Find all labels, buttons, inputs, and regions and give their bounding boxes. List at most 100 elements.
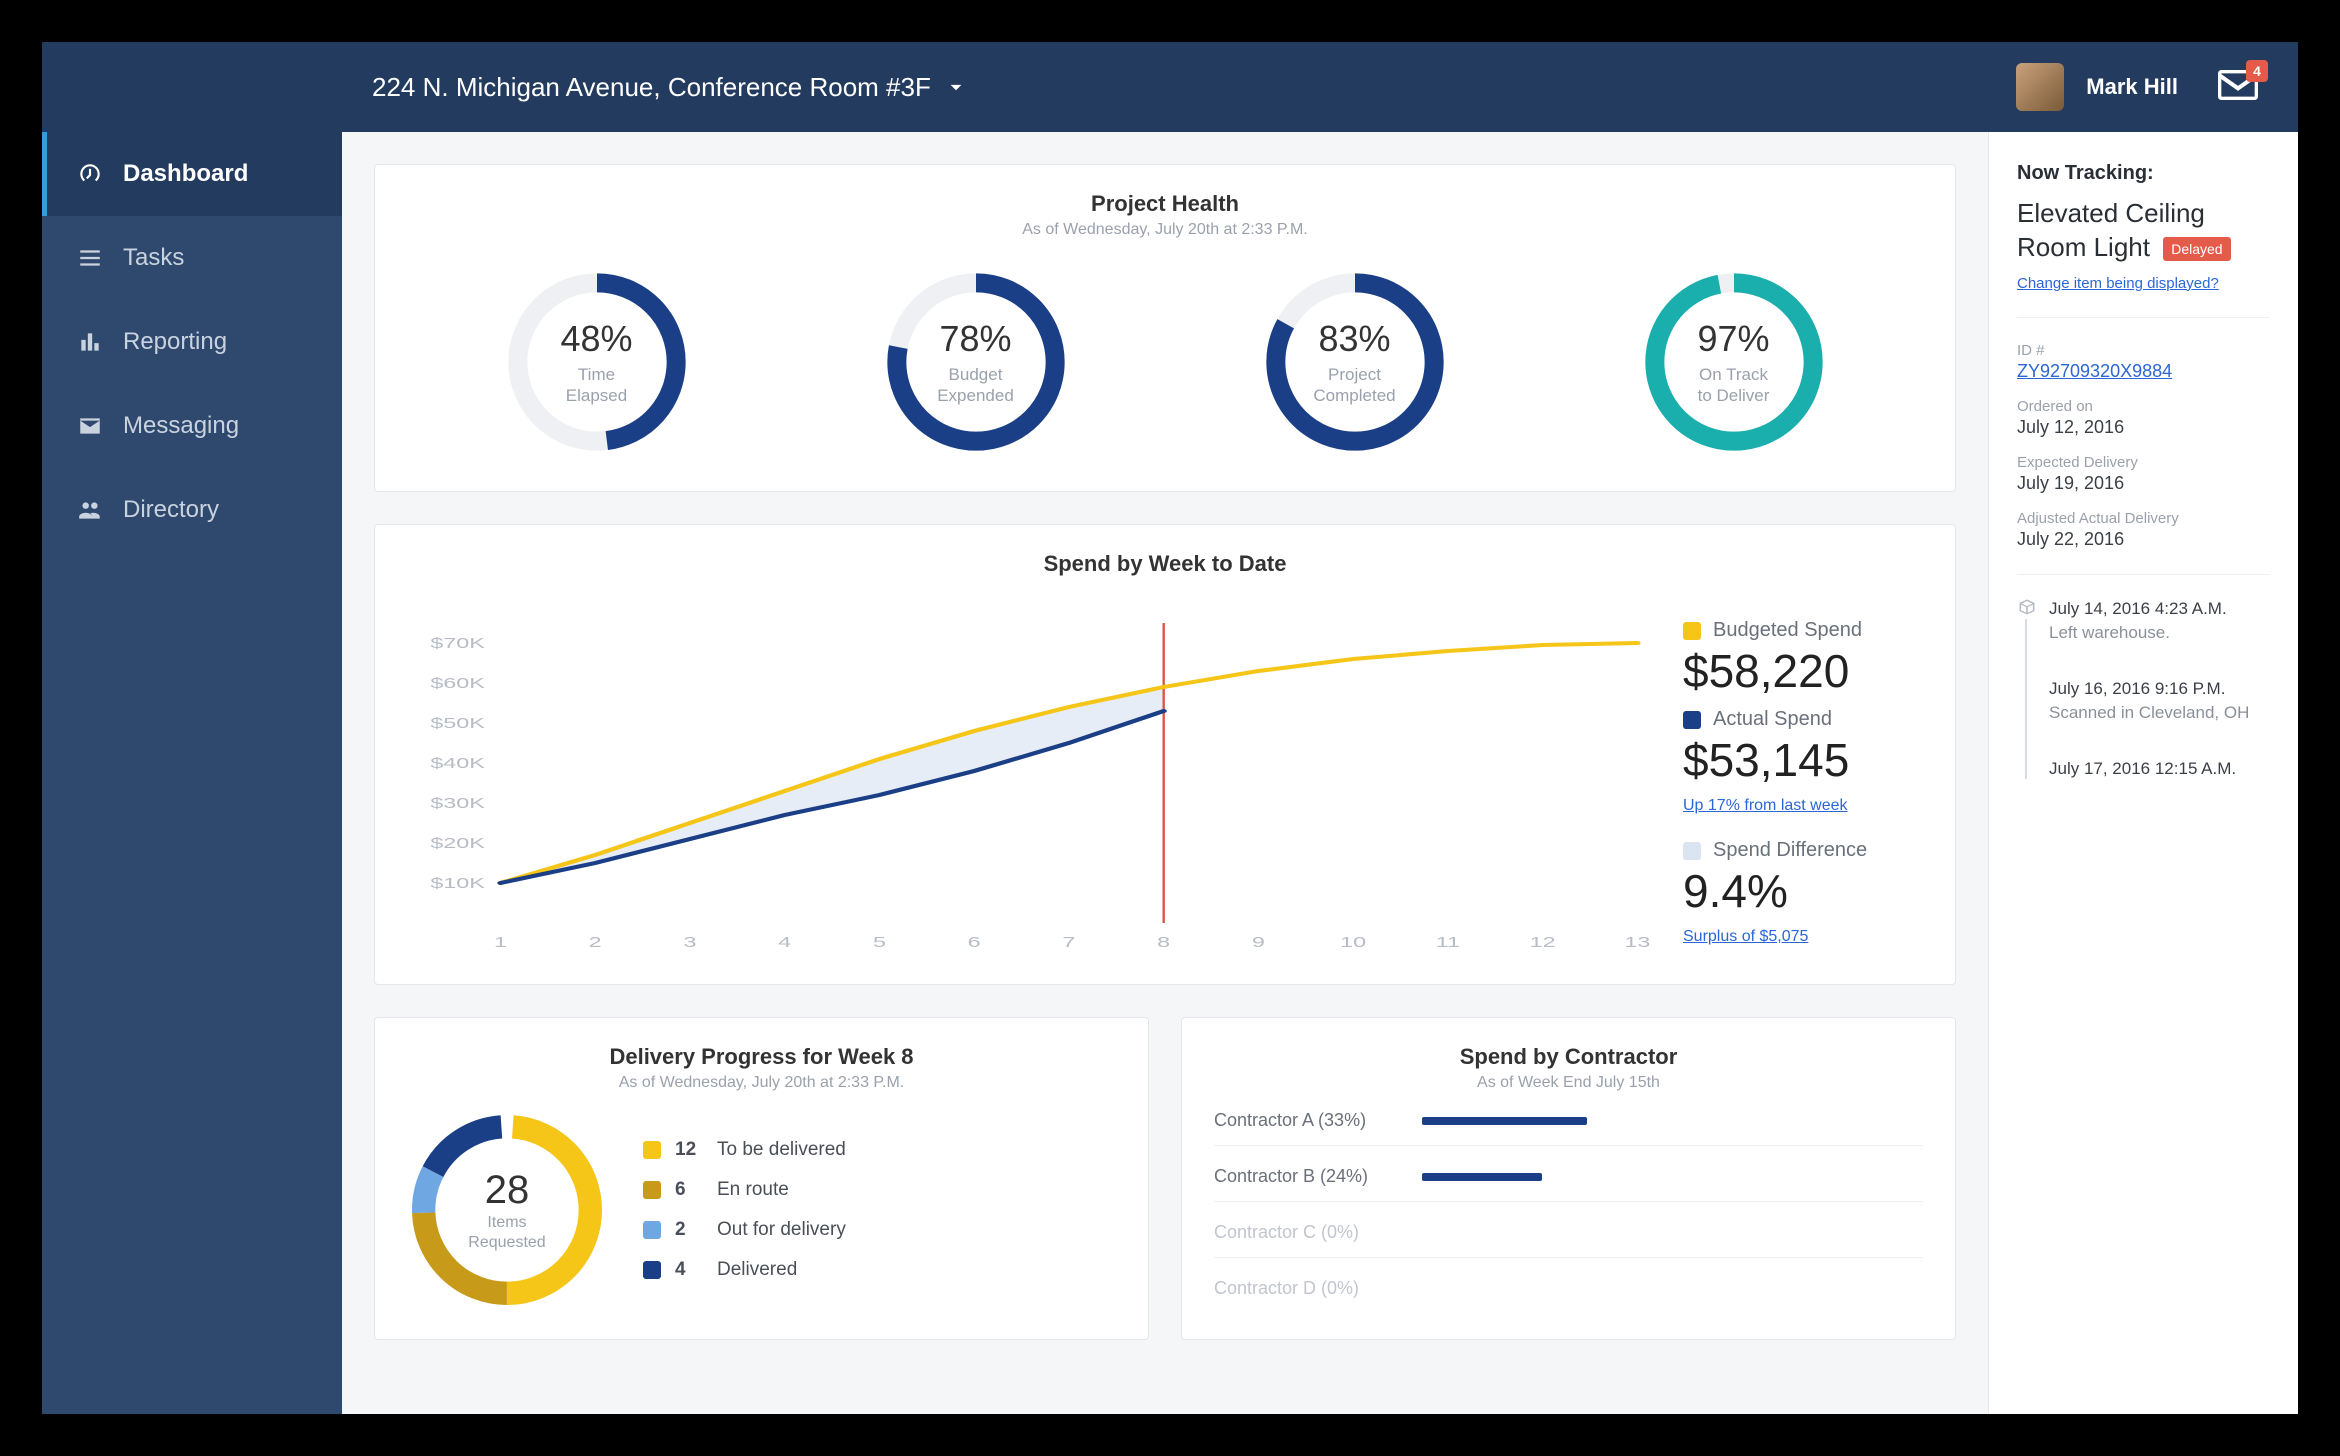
timeline-item: July 16, 2016 9:16 P.M. Scanned in Cleve…	[2049, 679, 2270, 723]
metric-label: ProjectCompleted	[1313, 364, 1395, 407]
contractor-row: Contractor C (0%)	[1214, 1222, 1923, 1258]
svg-text:2: 2	[589, 934, 602, 951]
mail-icon	[2218, 87, 2258, 104]
timeline-date: July 14, 2016 4:23 A.M.	[2049, 599, 2270, 619]
svg-text:13: 13	[1624, 934, 1650, 951]
contractor-title: Spend by Contractor	[1214, 1044, 1923, 1070]
envelope-icon	[77, 413, 103, 439]
svg-text:4: 4	[778, 934, 791, 951]
contractor-label: Contractor D (0%)	[1214, 1278, 1404, 1299]
contractor-bar-track	[1422, 1173, 1923, 1181]
contractor-row: Contractor B (24%)	[1214, 1166, 1923, 1202]
sidebar-item-dashboard[interactable]: Dashboard	[42, 132, 342, 216]
location-breadcrumb[interactable]: 224 N. Michigan Avenue, Conference Room …	[372, 72, 969, 103]
timeline-desc: Scanned in Cleveland, OH	[2049, 703, 2270, 723]
contractor-row: Contractor A (33%)	[1214, 1110, 1923, 1146]
timeline-desc: Left warehouse.	[2049, 623, 2270, 643]
delivery-title: Delivery Progress for Week 8	[407, 1044, 1116, 1070]
square-icon	[643, 1181, 661, 1199]
delivery-donut: 28 Items Requested	[407, 1110, 607, 1310]
square-icon	[1683, 842, 1701, 860]
timeline-item: July 14, 2016 4:23 A.M. Left warehouse.	[2049, 599, 2270, 643]
contractor-label: Contractor A (33%)	[1214, 1110, 1404, 1131]
sidebar-item-reporting[interactable]: Reporting	[42, 300, 342, 384]
svg-text:7: 7	[1062, 934, 1075, 951]
change-item-link[interactable]: Change item being displayed?	[2017, 275, 2219, 292]
metric-label: TimeElapsed	[566, 364, 627, 407]
sidebar-item-tasks[interactable]: Tasks	[42, 216, 342, 300]
user-name[interactable]: Mark Hill	[2086, 74, 2178, 100]
sidebar: Dashboard Tasks Reporting Messaging Dire…	[42, 42, 342, 1414]
metric-label: BudgetExpended	[937, 364, 1014, 407]
contractor-row: Contractor D (0%)	[1214, 1278, 1923, 1313]
metric-pct: 48%	[560, 318, 632, 360]
svg-text:$40K: $40K	[430, 755, 485, 772]
legend-actual: Actual Spend	[1683, 708, 1923, 731]
svg-text:3: 3	[683, 934, 696, 951]
svg-text:9: 9	[1252, 934, 1265, 951]
diff-pct: 9.4%	[1683, 864, 1923, 918]
sidebar-item-messaging[interactable]: Messaging	[42, 384, 342, 468]
gauge-icon	[77, 161, 103, 187]
square-icon	[643, 1261, 661, 1279]
health-metric: 78% BudgetExpended	[881, 267, 1071, 457]
budget-amount: $58,220	[1683, 644, 1923, 698]
mail-button[interactable]: 4	[2218, 70, 2258, 105]
svg-text:$10K: $10K	[430, 875, 485, 892]
svg-text:1: 1	[494, 934, 507, 951]
delivery-count: 4	[675, 1259, 703, 1281]
breadcrumb-text: 224 N. Michigan Avenue, Conference Room …	[372, 72, 931, 103]
svg-text:10: 10	[1340, 934, 1366, 951]
timeline-date: July 17, 2016 12:15 A.M.	[2049, 759, 2270, 779]
contractor-label: Contractor C (0%)	[1214, 1222, 1404, 1243]
svg-text:$60K: $60K	[430, 675, 485, 692]
delivery-label: To be delivered	[717, 1139, 846, 1161]
expected-value: July 19, 2016	[2017, 473, 2270, 494]
metric-pct: 78%	[939, 318, 1011, 360]
chevron-down-icon	[943, 74, 969, 100]
svg-text:5: 5	[873, 934, 886, 951]
actual-amount: $53,145	[1683, 733, 1923, 787]
spend-chart: $10K$20K$30K$40K$50K$60K$70K123456789101…	[407, 613, 1653, 958]
actual-note-link[interactable]: Up 17% from last week	[1683, 797, 1848, 814]
project-health-title: Project Health	[407, 191, 1923, 217]
expected-label: Expected Delivery	[2017, 454, 2270, 471]
contractor-label: Contractor B (24%)	[1214, 1166, 1404, 1187]
people-icon	[77, 497, 103, 523]
contractor-bar	[1422, 1173, 1542, 1181]
list-icon	[77, 245, 103, 271]
delivery-count: 6	[675, 1179, 703, 1201]
sidebar-item-directory[interactable]: Directory	[42, 468, 342, 552]
project-health-subtitle: As of Wednesday, July 20th at 2:33 P.M.	[407, 221, 1923, 239]
delivery-legend-row: 4 Delivered	[643, 1259, 846, 1281]
delivery-legend-row: 12 To be delivered	[643, 1139, 846, 1161]
svg-text:$30K: $30K	[430, 795, 485, 812]
delivery-count: 12	[675, 1139, 703, 1161]
id-label: ID #	[2017, 342, 2270, 359]
sidebar-label: Tasks	[123, 244, 184, 272]
ordered-value: July 12, 2016	[2017, 417, 2270, 438]
square-icon	[643, 1141, 661, 1159]
topbar: 224 N. Michigan Avenue, Conference Room …	[42, 42, 2298, 132]
adjusted-label: Adjusted Actual Delivery	[2017, 510, 2270, 527]
delivery-total: 28	[485, 1168, 530, 1213]
svg-text:$20K: $20K	[430, 835, 485, 852]
tracking-id-link[interactable]: ZY92709320X9884	[2017, 361, 2172, 381]
square-icon	[643, 1221, 661, 1239]
sidebar-label: Directory	[123, 496, 219, 524]
health-metric: 48% TimeElapsed	[502, 267, 692, 457]
ordered-label: Ordered on	[2017, 398, 2270, 415]
adjusted-value: July 22, 2016	[2017, 529, 2270, 550]
project-health-card: Project Health As of Wednesday, July 20t…	[374, 164, 1956, 492]
timeline-item: July 17, 2016 12:15 A.M.	[2049, 759, 2270, 779]
tracking-heading: Now Tracking:	[2017, 162, 2270, 185]
svg-text:$50K: $50K	[430, 715, 485, 732]
contractor-subtitle: As of Week End July 15th	[1214, 1074, 1923, 1092]
delayed-badge: Delayed	[2163, 237, 2230, 261]
delivery-legend-row: 2 Out for delivery	[643, 1219, 846, 1241]
mail-badge: 4	[2246, 60, 2268, 82]
diff-note-link[interactable]: Surplus of $5,075	[1683, 928, 1808, 945]
avatar[interactable]	[2016, 63, 2064, 111]
spend-by-week-card: Spend by Week to Date $10K$20K$30K$40K$5…	[374, 524, 1956, 985]
legend-budgeted: Budgeted Spend	[1683, 619, 1923, 642]
